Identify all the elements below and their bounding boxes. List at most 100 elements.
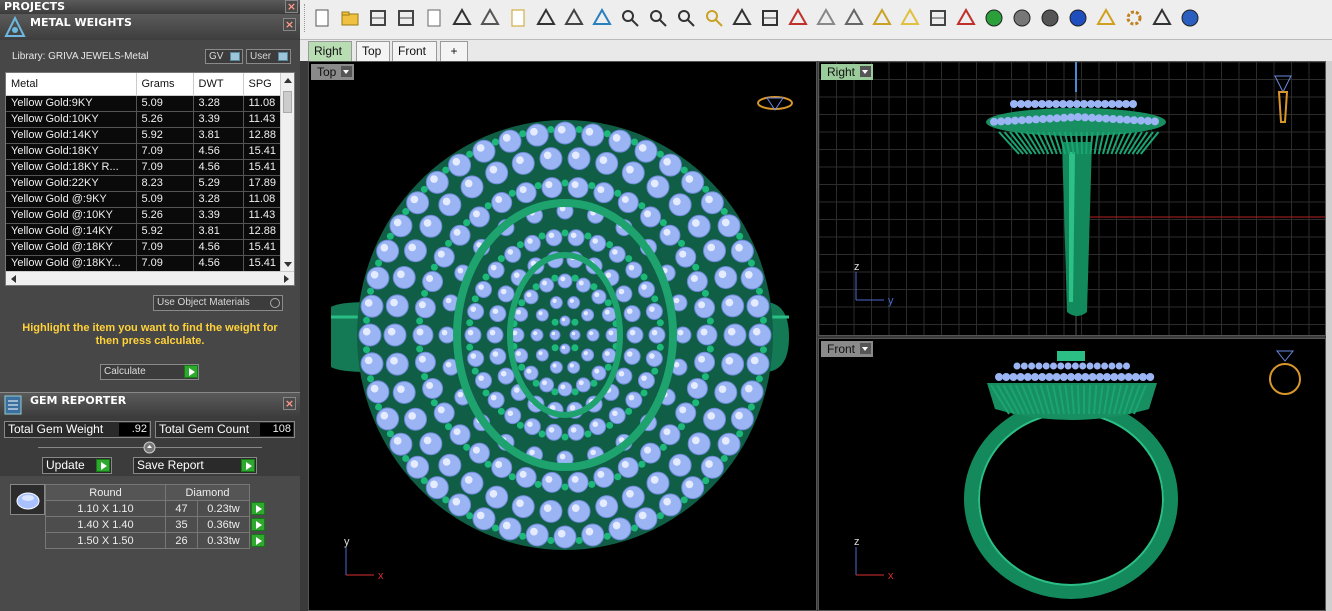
help-icon[interactable] <box>1180 8 1200 28</box>
metal-name-cell[interactable]: Yellow Gold:14KY <box>6 127 137 144</box>
spg-cell[interactable]: 11.08 <box>243 95 285 112</box>
spg-cell[interactable]: 17.89 <box>243 175 285 192</box>
metal-row[interactable]: Yellow Gold:10KY 5.26 3.39 11.43 <box>6 111 285 128</box>
dwt-cell[interactable]: 3.28 <box>193 95 244 112</box>
gear-icon[interactable] <box>1124 8 1144 28</box>
grams-cell[interactable]: 5.09 <box>136 191 194 208</box>
tab-front[interactable]: Front <box>392 41 437 61</box>
metal-row[interactable]: Yellow Gold:14KY 5.92 3.81 12.88 <box>6 127 285 144</box>
scroll-right-icon[interactable] <box>280 272 294 286</box>
dwt-cell[interactable]: 3.39 <box>193 207 244 224</box>
new-file-icon[interactable] <box>312 8 332 28</box>
calculate-button[interactable]: Calculate <box>100 364 199 380</box>
layers-icon[interactable] <box>956 8 976 28</box>
dwt-cell[interactable]: 3.28 <box>193 191 244 208</box>
gem-slider-knob[interactable] <box>143 441 156 454</box>
metal-name-cell[interactable]: Yellow Gold:10KY <box>6 111 137 128</box>
scroll-up-icon[interactable] <box>281 73 295 87</box>
dwt-cell[interactable]: 4.56 <box>193 239 244 256</box>
metal-row[interactable]: Yellow Gold:22KY 8.23 5.29 17.89 <box>6 175 285 192</box>
metal-row[interactable]: Yellow Gold @:9KY 5.09 3.28 11.08 <box>6 191 285 208</box>
dwt-cell[interactable]: 4.56 <box>193 159 244 176</box>
add-tab-button[interactable]: + <box>440 41 468 61</box>
color-wheel-icon[interactable] <box>984 8 1004 28</box>
tab-top[interactable]: Top <box>356 41 390 61</box>
zoom-window-icon[interactable] <box>648 8 668 28</box>
grams-cell[interactable]: 5.92 <box>136 127 194 144</box>
car-icon[interactable] <box>788 8 808 28</box>
render-sphere-icon[interactable] <box>1040 8 1060 28</box>
dwt-cell[interactable]: 4.56 <box>193 255 244 272</box>
pencil-icon[interactable] <box>1096 8 1116 28</box>
metal-name-cell[interactable]: Yellow Gold @:18KY <box>6 239 137 256</box>
print-icon[interactable] <box>396 8 416 28</box>
update-button[interactable]: Update <box>42 457 112 474</box>
grams-cell[interactable]: 5.92 <box>136 223 194 240</box>
metal-name-cell[interactable]: Yellow Gold:18KY <box>6 143 137 160</box>
gem-row-action[interactable] <box>249 500 267 517</box>
gem-row[interactable]: 1.50 X 1.50 26 0.33tw <box>45 532 267 549</box>
scroll-left-icon[interactable] <box>6 272 20 286</box>
dwt-cell[interactable]: 3.81 <box>193 223 244 240</box>
dwt-cell[interactable]: 5.29 <box>193 175 244 192</box>
gem-row[interactable]: 1.40 X 1.40 35 0.36tw <box>45 516 267 533</box>
col-grams[interactable]: Grams <box>136 73 194 96</box>
grams-cell[interactable]: 7.09 <box>136 239 194 256</box>
move-icon[interactable] <box>592 8 612 28</box>
spg-cell[interactable]: 12.88 <box>243 223 285 240</box>
toolbar-grip[interactable] <box>304 4 307 32</box>
cut-icon[interactable] <box>452 8 472 28</box>
metal-name-cell[interactable]: Yellow Gold @:10KY <box>6 207 137 224</box>
metal-table-hscroll[interactable] <box>6 271 294 285</box>
spg-cell[interactable]: 11.43 <box>243 111 285 128</box>
use-object-materials-toggle[interactable]: Use Object Materials <box>153 295 283 311</box>
front-viewport[interactable]: xz Front <box>818 338 1326 611</box>
metal-name-cell[interactable]: Yellow Gold @:18KY... <box>6 255 137 272</box>
spg-cell[interactable]: 12.88 <box>243 127 285 144</box>
spg-cell[interactable]: 15.41 <box>243 255 285 272</box>
top-viewport[interactable]: xy Top <box>308 61 817 611</box>
select-icon[interactable] <box>872 8 892 28</box>
front-viewport-label[interactable]: Front <box>821 341 874 357</box>
projects-close-icon[interactable]: × <box>285 0 298 13</box>
undo-icon[interactable] <box>536 8 556 28</box>
right-viewport-label[interactable]: Right <box>821 64 874 80</box>
col-dwt[interactable]: DWT <box>193 73 244 96</box>
four-viewports-icon[interactable] <box>760 8 780 28</box>
col-spg[interactable]: SPG <box>243 73 285 96</box>
user-toggle[interactable]: User <box>246 49 291 64</box>
grams-cell[interactable]: 8.23 <box>136 175 194 192</box>
top-viewport-label[interactable]: Top <box>311 64 355 80</box>
plane-icon[interactable] <box>816 8 836 28</box>
right-viewport[interactable]: yz Right <box>818 61 1326 336</box>
paste-icon[interactable] <box>508 8 528 28</box>
pan-hand-icon[interactable] <box>564 8 584 28</box>
metal-row[interactable]: Yellow Gold @:18KY 7.09 4.56 15.41 <box>6 239 285 256</box>
gem-row-action[interactable] <box>249 532 267 549</box>
copy-icon[interactable] <box>480 8 500 28</box>
save-icon[interactable] <box>368 8 388 28</box>
spg-cell[interactable]: 15.41 <box>243 159 285 176</box>
light-bulb-icon[interactable] <box>900 8 920 28</box>
zoom-icon[interactable] <box>620 8 640 28</box>
spg-cell[interactable]: 11.08 <box>243 191 285 208</box>
blue-sphere-icon[interactable] <box>1068 8 1088 28</box>
dwt-cell[interactable]: 4.56 <box>193 143 244 160</box>
metal-row[interactable]: Yellow Gold:18KY 7.09 4.56 15.41 <box>6 143 285 160</box>
lock-icon[interactable] <box>928 8 948 28</box>
metal-row[interactable]: Yellow Gold @:10KY 5.26 3.39 11.43 <box>6 207 285 224</box>
rotate-view-icon[interactable] <box>732 8 752 28</box>
zoom-extents-icon[interactable] <box>676 8 696 28</box>
col-metal[interactable]: Metal <box>6 73 137 96</box>
spg-cell[interactable]: 11.43 <box>243 207 285 224</box>
grams-cell[interactable]: 7.09 <box>136 143 194 160</box>
metal-row[interactable]: Yellow Gold @:14KY 5.92 3.81 12.88 <box>6 223 285 240</box>
dimension-icon[interactable] <box>1152 8 1172 28</box>
spg-cell[interactable]: 15.41 <box>243 143 285 160</box>
metal-name-cell[interactable]: Yellow Gold:9KY <box>6 95 137 112</box>
tab-right[interactable]: Right <box>308 41 352 61</box>
metal-weights-close-icon[interactable]: × <box>283 18 296 31</box>
import-icon[interactable] <box>424 8 444 28</box>
metal-name-cell[interactable]: Yellow Gold:18KY R... <box>6 159 137 176</box>
metal-row[interactable]: Yellow Gold @:18KY... 7.09 4.56 15.41 <box>6 255 285 272</box>
